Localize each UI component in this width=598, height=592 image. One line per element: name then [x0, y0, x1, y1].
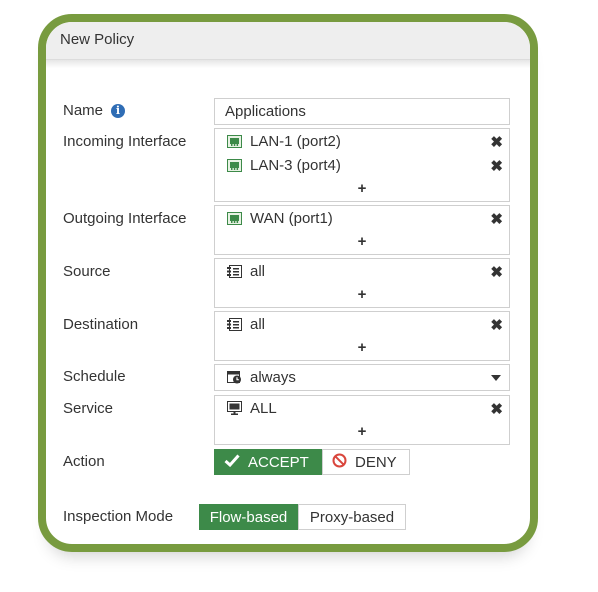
- accept-button[interactable]: ACCEPT: [214, 449, 322, 475]
- schedule-icon: [227, 370, 242, 388]
- service-item[interactable]: ALL: [227, 400, 277, 419]
- incoming-interface-field[interactable]: LAN-1 (port2) ✖ LAN-3 (port4) ✖ +: [214, 128, 510, 202]
- schedule-value-label: always: [250, 369, 296, 386]
- source-item-label: all: [250, 263, 266, 280]
- add-service-button[interactable]: +: [215, 423, 509, 440]
- incoming-item[interactable]: LAN-3 (port4): [227, 157, 341, 176]
- remove-source-button[interactable]: ✖: [490, 263, 503, 281]
- incoming-item-label: LAN-1 (port2): [250, 133, 341, 150]
- outgoing-item[interactable]: WAN (port1): [227, 210, 333, 229]
- schedule-value: always: [227, 369, 296, 388]
- incoming-interface-label: Incoming Interface: [63, 133, 187, 150]
- port-icon: [227, 135, 242, 152]
- add-incoming-button[interactable]: +: [215, 180, 509, 197]
- destination-label: Destination: [63, 316, 139, 333]
- schedule-select[interactable]: always: [214, 364, 510, 391]
- chevron-down-icon[interactable]: [491, 375, 501, 381]
- remove-outgoing-button[interactable]: ✖: [490, 210, 503, 228]
- action-toggle: ACCEPT DENY: [214, 449, 410, 475]
- source-field[interactable]: all ✖ +: [214, 258, 510, 308]
- name-label: Name: [63, 102, 104, 119]
- destination-item-label: all: [250, 316, 266, 333]
- service-item-label: ALL: [250, 400, 277, 417]
- add-outgoing-button[interactable]: +: [215, 233, 509, 250]
- incoming-item-label: LAN-3 (port4): [250, 157, 341, 174]
- info-icon[interactable]: i: [111, 104, 126, 118]
- port-icon: [227, 212, 242, 229]
- address-icon: [227, 318, 242, 335]
- destination-item[interactable]: all: [227, 316, 265, 335]
- inspection-mode-label: Inspection Mode: [63, 508, 174, 525]
- source-item[interactable]: all: [227, 263, 265, 282]
- title-divider: [46, 60, 530, 68]
- remove-service-button[interactable]: ✖: [490, 400, 503, 418]
- remove-incoming-2-button[interactable]: ✖: [490, 157, 503, 175]
- add-source-button[interactable]: +: [215, 286, 509, 303]
- name-label-row: Name i: [63, 102, 126, 119]
- service-label: Service: [63, 400, 114, 417]
- accept-button-label: ACCEPT: [248, 453, 309, 471]
- source-label: Source: [63, 263, 111, 280]
- outgoing-item-label: WAN (port1): [250, 210, 333, 227]
- policy-window: New Policy Name i Applications Incoming I…: [38, 14, 538, 552]
- address-icon: [227, 265, 242, 282]
- deny-button-label: DENY: [355, 453, 397, 471]
- deny-icon: [332, 453, 347, 472]
- add-destination-button[interactable]: +: [215, 339, 509, 356]
- destination-field[interactable]: all ✖ +: [214, 311, 510, 361]
- service-icon: [227, 401, 242, 419]
- schedule-label: Schedule: [63, 368, 126, 385]
- incoming-item[interactable]: LAN-1 (port2): [227, 133, 341, 152]
- flow-based-button[interactable]: Flow-based: [199, 504, 298, 530]
- deny-button[interactable]: DENY: [322, 449, 410, 475]
- window-title: New Policy: [46, 22, 530, 60]
- outgoing-interface-field[interactable]: WAN (port1) ✖ +: [214, 205, 510, 255]
- remove-destination-button[interactable]: ✖: [490, 316, 503, 334]
- check-icon: [224, 453, 240, 471]
- name-input[interactable]: Applications: [214, 98, 510, 125]
- remove-incoming-1-button[interactable]: ✖: [490, 133, 503, 151]
- outgoing-interface-label: Outgoing Interface: [63, 210, 187, 227]
- inspection-mode-toggle: Flow-based Proxy-based: [199, 504, 406, 530]
- port-icon: [227, 159, 242, 176]
- service-field[interactable]: ALL ✖ +: [214, 395, 510, 445]
- action-label: Action: [63, 453, 105, 470]
- proxy-based-button[interactable]: Proxy-based: [298, 504, 406, 530]
